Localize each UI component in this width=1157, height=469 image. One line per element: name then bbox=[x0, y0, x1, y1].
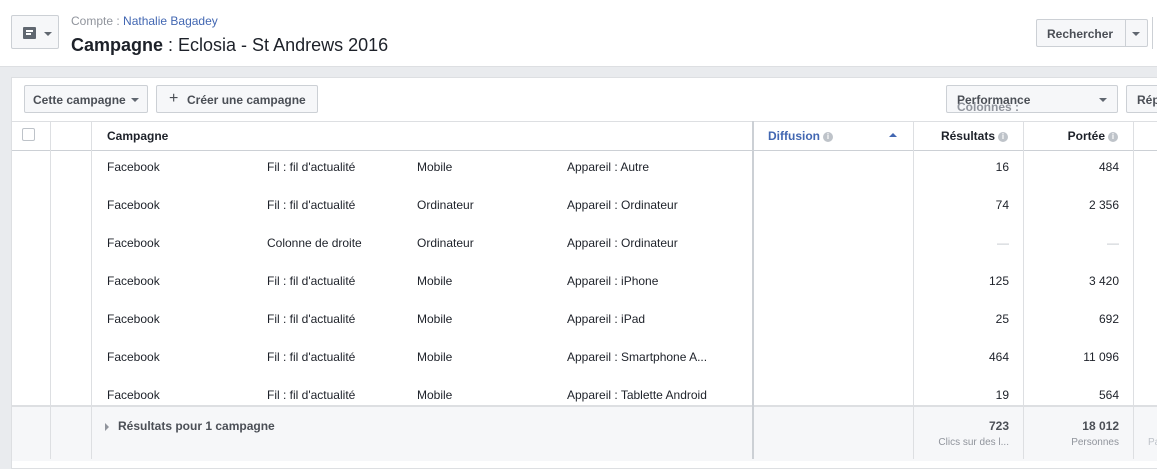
cell-device: Mobile bbox=[417, 160, 453, 174]
cell-platform: Facebook bbox=[107, 312, 160, 326]
chevron-down-icon bbox=[44, 32, 52, 36]
cell-reach: 692 bbox=[1098, 312, 1119, 326]
cell-reach: 2 356 bbox=[1088, 198, 1119, 212]
cell-results: — bbox=[997, 236, 1009, 250]
cell-results: 16 bbox=[995, 160, 1009, 174]
cell-device: Mobile bbox=[417, 274, 453, 288]
select-all-checkbox[interactable] bbox=[22, 128, 35, 141]
column-header-delivery[interactable]: Diffusion i bbox=[768, 122, 833, 150]
cell-results: 125 bbox=[988, 274, 1009, 288]
delivery-label: Diffusion bbox=[768, 129, 820, 143]
reach-label: Portée bbox=[1067, 129, 1105, 143]
chevron-down-icon[interactable] bbox=[1132, 32, 1140, 36]
column-divider bbox=[1133, 121, 1134, 459]
cell-device-detail: Appareil : Ordinateur bbox=[567, 236, 678, 250]
cell-device-detail: Appareil : Ordinateur bbox=[567, 198, 678, 212]
breakdown-button[interactable]: Rép bbox=[1126, 85, 1157, 113]
page-header bbox=[0, 0, 1157, 67]
cell-reach: 3 420 bbox=[1088, 274, 1119, 288]
cell-platform: Facebook bbox=[107, 274, 160, 288]
column-divider bbox=[50, 121, 51, 459]
columns-dropdown[interactable]: Colonnes : Performance bbox=[946, 85, 1118, 114]
cell-device: Mobile bbox=[417, 350, 453, 364]
footer-extra-sub: Pa bbox=[1148, 437, 1157, 448]
chevron-down-icon bbox=[131, 98, 139, 102]
split-divider bbox=[1125, 20, 1126, 46]
cell-placement: Fil : fil d'actualité bbox=[267, 198, 356, 212]
sort-ascending-icon[interactable] bbox=[889, 133, 897, 137]
column-divider bbox=[91, 121, 92, 459]
footer-label[interactable]: Résultats pour 1 campagne bbox=[118, 419, 275, 433]
cell-placement: Fil : fil d'actualité bbox=[267, 350, 356, 364]
cell-platform: Facebook bbox=[107, 350, 160, 364]
column-divider bbox=[1023, 121, 1024, 459]
column-divider bbox=[913, 121, 914, 459]
cell-device-detail: Appareil : Autre bbox=[567, 160, 650, 174]
create-campaign-label: Créer une campagne bbox=[187, 93, 306, 107]
results-label: Résultats bbox=[940, 129, 995, 143]
account-label: Compte : bbox=[71, 14, 120, 28]
page-menu-button[interactable] bbox=[11, 15, 59, 49]
info-icon[interactable]: i bbox=[1108, 132, 1118, 142]
cell-device: Mobile bbox=[417, 312, 453, 326]
cell-device-detail: Appareil : iPad bbox=[567, 312, 646, 326]
create-campaign-button[interactable]: + Créer une campagne bbox=[156, 85, 318, 113]
cell-device-detail: Appareil : iPhone bbox=[567, 274, 659, 288]
title-name: : Eclosia - St Andrews 2016 bbox=[163, 35, 389, 55]
search-button[interactable]: Rechercher bbox=[1036, 19, 1148, 47]
cell-placement: Fil : fil d'actualité bbox=[267, 274, 356, 288]
cell-platform: Facebook bbox=[107, 160, 160, 174]
cell-results: 464 bbox=[988, 350, 1009, 364]
table-header: Campagne Diffusion i Résultats i Portée i bbox=[12, 121, 1157, 152]
title-type: Campagne bbox=[71, 35, 164, 55]
cell-reach: 484 bbox=[1098, 160, 1119, 174]
breakdown-label: Rép bbox=[1137, 93, 1157, 107]
table-row[interactable]: Facebook Fil : fil d'actualité Mobile Appar… bbox=[12, 265, 1157, 304]
cell-placement: Fil : fil d'actualité bbox=[267, 160, 356, 174]
cell-platform: Facebook bbox=[107, 236, 160, 250]
footer-reach-sub: Personnes bbox=[1071, 437, 1119, 448]
campaign-filter-label: Cette campagne bbox=[33, 93, 126, 107]
document-icon bbox=[23, 27, 36, 39]
page-title: Campagne : Eclosia - St Andrews 2016 bbox=[71, 35, 388, 56]
campaign-filter-dropdown[interactable]: Cette campagne bbox=[24, 85, 148, 113]
chevron-down-icon bbox=[1099, 98, 1107, 102]
columns-label: Colonnes : bbox=[957, 100, 1019, 114]
plus-icon: + bbox=[169, 90, 179, 107]
footer-results-sub: Clics sur des l... bbox=[938, 437, 1009, 448]
info-icon[interactable]: i bbox=[823, 132, 833, 142]
table-row[interactable]: Facebook Fil : fil d'actualité Mobile Appar… bbox=[12, 303, 1157, 342]
column-divider bbox=[752, 121, 754, 459]
info-icon[interactable]: i bbox=[998, 132, 1008, 142]
cell-device-detail: Appareil : Smartphone A... bbox=[567, 350, 708, 364]
cell-placement: Fil : fil d'actualité bbox=[267, 312, 356, 326]
cell-results: 25 bbox=[995, 312, 1009, 326]
cell-results: 74 bbox=[995, 198, 1009, 212]
cell-platform: Facebook bbox=[107, 198, 160, 212]
cell-placement: Colonne de droite bbox=[267, 236, 362, 250]
cell-reach: — bbox=[1107, 236, 1119, 250]
account-link[interactable]: Nathalie Bagadey bbox=[123, 14, 218, 28]
table-footer: Résultats pour 1 campagne 723 Clics sur … bbox=[12, 405, 1157, 461]
cut-off-button[interactable] bbox=[1152, 17, 1157, 49]
cell-reach: 11 096 bbox=[1083, 350, 1119, 364]
table-row[interactable]: Facebook Colonne de droite Ordinateur Appar… bbox=[12, 227, 1157, 266]
footer-results-total: 723 bbox=[988, 419, 1009, 433]
column-header-campaign[interactable]: Campagne bbox=[107, 122, 168, 150]
column-header-results[interactable]: Résultats i bbox=[938, 122, 1008, 150]
expand-triangle-icon[interactable] bbox=[105, 423, 109, 431]
table-row[interactable]: Facebook Fil : fil d'actualité Ordinateur A… bbox=[12, 189, 1157, 228]
search-button-label: Rechercher bbox=[1047, 27, 1114, 41]
table-row[interactable]: Facebook Fil : fil d'actualité Mobile Appar… bbox=[12, 151, 1157, 190]
column-header-reach[interactable]: Portée i bbox=[1052, 122, 1118, 150]
table-row[interactable]: Facebook Fil : fil d'actualité Mobile Appar… bbox=[12, 341, 1157, 380]
cell-device: Ordinateur bbox=[417, 236, 474, 250]
account-breadcrumb: Compte : Nathalie Bagadey bbox=[71, 14, 218, 28]
cell-device: Ordinateur bbox=[417, 198, 474, 212]
footer-reach-total: 18 012 bbox=[1082, 419, 1119, 433]
